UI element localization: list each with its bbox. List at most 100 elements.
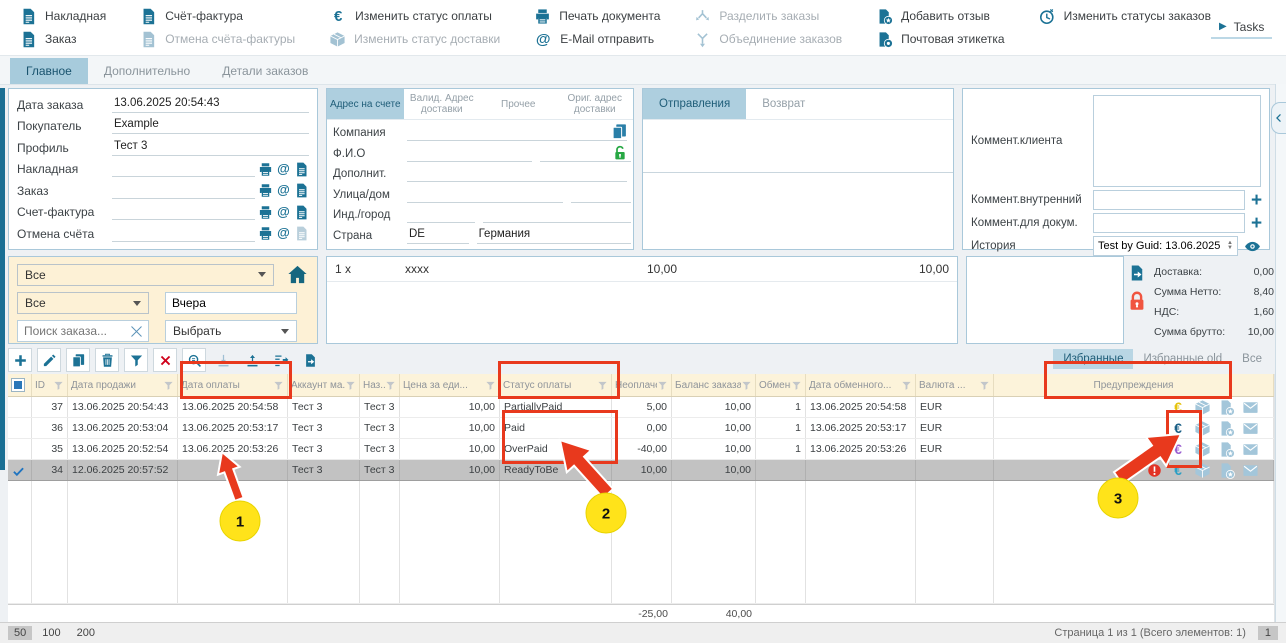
- internal-comment-input[interactable]: [1093, 190, 1245, 210]
- euro-warning-icon[interactable]: €: [1169, 460, 1187, 480]
- spinner-icon[interactable]: ▲▼: [1227, 241, 1233, 251]
- toolbar-item[interactable]: @E-Mail отправить: [534, 30, 660, 48]
- import-button[interactable]: [211, 348, 235, 372]
- filter-icon[interactable]: [741, 380, 752, 391]
- copy-address-icon[interactable]: [611, 123, 628, 140]
- field-value[interactable]: Example: [112, 118, 309, 134]
- column-header-exchange_date[interactable]: Дата обменного...: [806, 374, 916, 396]
- address-input[interactable]: [483, 207, 630, 223]
- table-row[interactable]: 3613.06.2025 20:53:0413.06.2025 20:53:17…: [8, 418, 1274, 439]
- toolbar-item[interactable]: Разделить заказы: [694, 7, 842, 25]
- toolbar-item[interactable]: Отмена счёта-фактуры: [140, 30, 295, 48]
- order-item-row[interactable]: 1 xxxxx10,0010,00: [327, 257, 957, 282]
- column-header-pay_date[interactable]: Дата оплаты: [178, 374, 288, 396]
- select-all-checkbox[interactable]: [11, 378, 25, 392]
- document-warning-icon[interactable]: [1218, 420, 1235, 437]
- field-value[interactable]: 13.06.2025 20:54:43: [112, 97, 309, 113]
- view-history-icon[interactable]: [1244, 238, 1261, 255]
- document-warning-icon[interactable]: [1218, 399, 1235, 416]
- toolbar-item[interactable]: Счёт-фактура: [140, 7, 295, 25]
- print-icon[interactable]: [258, 205, 273, 220]
- column-header-sale_date[interactable]: Дата продажи: [68, 374, 178, 396]
- date-filter-input[interactable]: [165, 292, 297, 314]
- row-checkbox[interactable]: [8, 397, 32, 417]
- left-collapse-strip[interactable]: [0, 88, 5, 470]
- euro-warning-icon[interactable]: €: [1169, 439, 1187, 459]
- filter-icon[interactable]: [53, 380, 64, 391]
- filter-icon[interactable]: [163, 380, 174, 391]
- main-tab-2[interactable]: Дополнительно: [88, 58, 206, 84]
- column-header-exchange[interactable]: Обменн...: [756, 374, 806, 396]
- email-icon[interactable]: @: [276, 162, 291, 177]
- email-warning-icon[interactable]: [1242, 399, 1259, 416]
- unlock-icon[interactable]: [612, 145, 628, 161]
- column-header-unit_price[interactable]: Цена за еди...: [400, 374, 500, 396]
- shipping-warning-icon[interactable]: [1194, 399, 1211, 416]
- email-warning-icon[interactable]: [1242, 420, 1259, 437]
- field-value[interactable]: [112, 161, 255, 177]
- filter-icon[interactable]: [273, 380, 284, 391]
- filter-button[interactable]: [124, 348, 148, 372]
- clear-search-icon[interactable]: [129, 324, 144, 339]
- email-icon[interactable]: @: [276, 226, 291, 241]
- history-select[interactable]: Test by Guid: 13.06.2025 ▲▼: [1093, 236, 1238, 256]
- page-size-100[interactable]: 100: [36, 626, 66, 640]
- grid-tab-3[interactable]: Все: [1232, 349, 1272, 369]
- filter-icon[interactable]: [345, 380, 356, 391]
- toolbar-item[interactable]: Добавить отзыв: [876, 7, 1004, 25]
- address-tab-1[interactable]: Адрес на счете: [327, 89, 404, 119]
- shipments-tab-2[interactable]: Возврат: [746, 89, 821, 119]
- email-icon[interactable]: @: [276, 205, 291, 220]
- address-tab-3[interactable]: Прочее: [480, 89, 557, 119]
- toolbar-item[interactable]: Почтовая этикетка: [876, 30, 1004, 48]
- field-value[interactable]: [112, 226, 255, 242]
- table-row[interactable]: 3412.06.2025 20:57:52Тест 3Тест 310,00Re…: [8, 460, 1274, 481]
- status-filter-select[interactable]: Все: [17, 264, 274, 286]
- filter-icon[interactable]: [485, 380, 496, 391]
- export-button[interactable]: [240, 348, 264, 372]
- clear-filter-button[interactable]: [153, 348, 177, 372]
- invoice-document-icon[interactable]: [1128, 264, 1146, 282]
- column-header-unpaid[interactable]: Неоплаче...: [612, 374, 672, 396]
- shipments-tab-1[interactable]: Отправления: [643, 89, 746, 119]
- column-header-currency[interactable]: Валюта ...: [916, 374, 994, 396]
- copy-page-button[interactable]: [298, 348, 322, 372]
- address-input[interactable]: [407, 207, 475, 223]
- column-header-balance[interactable]: Баланс заказа: [672, 374, 756, 396]
- address-input[interactable]: [407, 166, 627, 182]
- email-icon[interactable]: @: [276, 183, 291, 198]
- table-row[interactable]: 3713.06.2025 20:54:4313.06.2025 20:54:58…: [8, 397, 1274, 418]
- table-row[interactable]: 3513.06.2025 20:52:5413.06.2025 20:53:26…: [8, 439, 1274, 460]
- filter-icon[interactable]: [657, 380, 668, 391]
- edit-button[interactable]: [37, 348, 61, 372]
- main-tab-3[interactable]: Детали заказов: [206, 58, 324, 84]
- address-tab-2[interactable]: Валид. Адрес доставки: [404, 89, 481, 119]
- print-icon[interactable]: [258, 162, 273, 177]
- cell-check[interactable]: [8, 460, 32, 480]
- filter-icon[interactable]: [979, 380, 990, 391]
- home-icon[interactable]: [286, 263, 309, 286]
- grid-tab-2[interactable]: Избранные old: [1133, 349, 1232, 369]
- column-header-check[interactable]: [8, 374, 32, 396]
- shipping-warning-icon[interactable]: [1194, 462, 1211, 479]
- column-header-pay_status[interactable]: Статус оплаты: [500, 374, 612, 396]
- euro-warning-icon[interactable]: €: [1169, 397, 1187, 417]
- document-comment-input[interactable]: [1093, 213, 1245, 233]
- address-input[interactable]: DE: [407, 228, 469, 244]
- add-document-comment-button[interactable]: +: [1251, 214, 1262, 233]
- tasks-button[interactable]: ▶ Tasks: [1211, 17, 1272, 39]
- email-warning-icon[interactable]: [1242, 462, 1259, 479]
- field-value[interactable]: [112, 183, 255, 199]
- document-icon[interactable]: [294, 205, 309, 220]
- toolbar-item[interactable]: Накладная: [20, 7, 106, 25]
- address-input[interactable]: [407, 146, 532, 162]
- main-tab-1[interactable]: Главное: [10, 58, 88, 84]
- delete-button[interactable]: [95, 348, 119, 372]
- order-search-input[interactable]: [22, 323, 129, 339]
- field-value[interactable]: [112, 204, 255, 220]
- document-icon[interactable]: [294, 226, 309, 241]
- address-input[interactable]: [571, 187, 630, 203]
- column-header-warnings[interactable]: Предупреждения: [994, 374, 1274, 396]
- add-internal-comment-button[interactable]: +: [1251, 191, 1262, 210]
- column-header-id[interactable]: ID: [32, 374, 68, 396]
